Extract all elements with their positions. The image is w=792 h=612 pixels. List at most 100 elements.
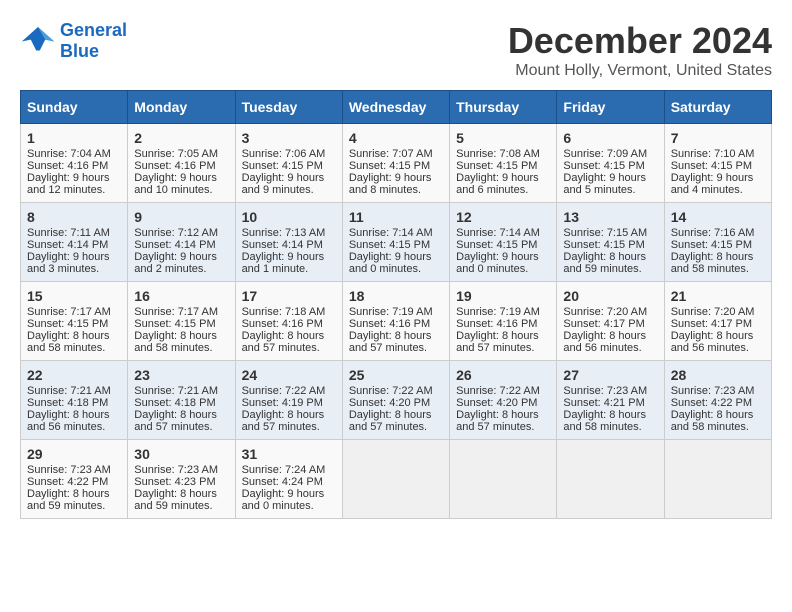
day-info: Sunrise: 7:22 AM xyxy=(242,385,336,397)
day-info: and 3 minutes. xyxy=(27,263,121,275)
day-info: Daylight: 8 hours xyxy=(134,330,228,342)
day-info: Sunrise: 7:19 AM xyxy=(349,306,443,318)
day-info: Daylight: 8 hours xyxy=(242,330,336,342)
day-info: and 57 minutes. xyxy=(456,342,550,354)
page-title: December 2024 xyxy=(508,20,772,62)
day-info: Daylight: 8 hours xyxy=(134,409,228,421)
day-info: Sunset: 4:15 PM xyxy=(563,160,657,172)
header-saturday: Saturday xyxy=(664,91,771,124)
calendar-table: SundayMondayTuesdayWednesdayThursdayFrid… xyxy=(20,90,772,519)
day-info: Sunset: 4:14 PM xyxy=(242,239,336,251)
day-info: and 58 minutes. xyxy=(27,342,121,354)
day-info: Daylight: 8 hours xyxy=(671,330,765,342)
calendar-cell: 7Sunrise: 7:10 AMSunset: 4:15 PMDaylight… xyxy=(664,124,771,203)
day-info: and 56 minutes. xyxy=(671,342,765,354)
day-info: Sunrise: 7:22 AM xyxy=(456,385,550,397)
day-info: Sunset: 4:15 PM xyxy=(563,239,657,251)
calendar-week-row: 22Sunrise: 7:21 AMSunset: 4:18 PMDayligh… xyxy=(21,361,772,440)
calendar-cell: 16Sunrise: 7:17 AMSunset: 4:15 PMDayligh… xyxy=(128,282,235,361)
day-number: 13 xyxy=(563,209,657,225)
day-number: 4 xyxy=(349,130,443,146)
calendar-cell: 19Sunrise: 7:19 AMSunset: 4:16 PMDayligh… xyxy=(450,282,557,361)
header-tuesday: Tuesday xyxy=(235,91,342,124)
calendar-cell: 9Sunrise: 7:12 AMSunset: 4:14 PMDaylight… xyxy=(128,203,235,282)
day-info: Sunset: 4:14 PM xyxy=(134,239,228,251)
calendar-cell: 29Sunrise: 7:23 AMSunset: 4:22 PMDayligh… xyxy=(21,440,128,519)
day-info: Daylight: 9 hours xyxy=(242,251,336,263)
day-info: Daylight: 8 hours xyxy=(456,330,550,342)
day-info: Daylight: 8 hours xyxy=(563,251,657,263)
day-number: 16 xyxy=(134,288,228,304)
day-info: Daylight: 9 hours xyxy=(134,251,228,263)
day-info: Sunset: 4:17 PM xyxy=(671,318,765,330)
calendar-cell: 15Sunrise: 7:17 AMSunset: 4:15 PMDayligh… xyxy=(21,282,128,361)
day-info: Daylight: 9 hours xyxy=(27,172,121,184)
calendar-cell xyxy=(664,440,771,519)
logo-text: General Blue xyxy=(60,20,127,62)
day-info: Sunrise: 7:08 AM xyxy=(456,148,550,160)
header: General Blue December 2024 Mount Holly, … xyxy=(20,20,772,80)
day-info: Sunrise: 7:20 AM xyxy=(563,306,657,318)
day-info: Sunset: 4:19 PM xyxy=(242,397,336,409)
calendar-cell: 17Sunrise: 7:18 AMSunset: 4:16 PMDayligh… xyxy=(235,282,342,361)
day-info: and 0 minutes. xyxy=(349,263,443,275)
day-number: 6 xyxy=(563,130,657,146)
day-info: and 57 minutes. xyxy=(456,421,550,433)
day-number: 19 xyxy=(456,288,550,304)
day-info: and 58 minutes. xyxy=(671,421,765,433)
day-info: Daylight: 9 hours xyxy=(242,488,336,500)
day-info: Sunrise: 7:06 AM xyxy=(242,148,336,160)
day-info: Sunrise: 7:10 AM xyxy=(671,148,765,160)
day-info: Sunset: 4:22 PM xyxy=(27,476,121,488)
day-info: Sunrise: 7:23 AM xyxy=(134,464,228,476)
calendar-cell: 11Sunrise: 7:14 AMSunset: 4:15 PMDayligh… xyxy=(342,203,449,282)
calendar-cell xyxy=(557,440,664,519)
day-info: Sunrise: 7:24 AM xyxy=(242,464,336,476)
day-info: Daylight: 8 hours xyxy=(671,251,765,263)
calendar-cell: 8Sunrise: 7:11 AMSunset: 4:14 PMDaylight… xyxy=(21,203,128,282)
day-info: Sunrise: 7:07 AM xyxy=(349,148,443,160)
calendar-cell: 24Sunrise: 7:22 AMSunset: 4:19 PMDayligh… xyxy=(235,361,342,440)
day-info: Sunrise: 7:17 AM xyxy=(27,306,121,318)
day-info: Sunset: 4:16 PM xyxy=(456,318,550,330)
day-info: and 12 minutes. xyxy=(27,184,121,196)
day-info: Daylight: 9 hours xyxy=(134,172,228,184)
day-number: 1 xyxy=(27,130,121,146)
day-number: 27 xyxy=(563,367,657,383)
day-info: Sunset: 4:15 PM xyxy=(27,318,121,330)
calendar-cell: 4Sunrise: 7:07 AMSunset: 4:15 PMDaylight… xyxy=(342,124,449,203)
header-thursday: Thursday xyxy=(450,91,557,124)
day-info: Sunrise: 7:15 AM xyxy=(563,227,657,239)
day-info: Sunset: 4:17 PM xyxy=(563,318,657,330)
calendar-week-row: 15 Sunrise: 7:17 AMSunset: 4:15 PM Dayligh… xyxy=(21,282,772,361)
day-number: 11 xyxy=(349,209,443,225)
day-info: Daylight: 9 hours xyxy=(349,172,443,184)
day-number: 28 xyxy=(671,367,765,383)
day-info: and 57 minutes. xyxy=(349,342,443,354)
calendar-cell: 31Sunrise: 7:24 AMSunset: 4:24 PMDayligh… xyxy=(235,440,342,519)
calendar-cell: 21Sunrise: 7:20 AMSunset: 4:17 PMDayligh… xyxy=(664,282,771,361)
day-info: Sunrise: 7:20 AM xyxy=(671,306,765,318)
calendar-cell: 3Sunrise: 7:06 AMSunset: 4:15 PMDaylight… xyxy=(235,124,342,203)
day-info: Sunset: 4:16 PM xyxy=(242,318,336,330)
day-number: 15 xyxy=(27,288,121,304)
day-number: 23 xyxy=(134,367,228,383)
day-number: 14 xyxy=(671,209,765,225)
day-info: and 10 minutes. xyxy=(134,184,228,196)
day-info: and 56 minutes. xyxy=(27,421,121,433)
day-info: and 57 minutes. xyxy=(134,421,228,433)
day-info: Sunset: 4:16 PM xyxy=(134,160,228,172)
day-number: 26 xyxy=(456,367,550,383)
day-info: and 4 minutes. xyxy=(671,184,765,196)
day-info: Sunset: 4:22 PM xyxy=(671,397,765,409)
day-number: 25 xyxy=(349,367,443,383)
day-info: and 57 minutes. xyxy=(242,342,336,354)
day-number: 5 xyxy=(456,130,550,146)
day-info: Sunset: 4:15 PM xyxy=(671,160,765,172)
calendar-week-row: 1Sunrise: 7:04 AMSunset: 4:16 PMDaylight… xyxy=(21,124,772,203)
header-friday: Friday xyxy=(557,91,664,124)
day-number: 30 xyxy=(134,446,228,462)
calendar-cell: 14Sunrise: 7:16 AMSunset: 4:15 PMDayligh… xyxy=(664,203,771,282)
day-info: Sunrise: 7:23 AM xyxy=(671,385,765,397)
header-sunday: Sunday xyxy=(21,91,128,124)
